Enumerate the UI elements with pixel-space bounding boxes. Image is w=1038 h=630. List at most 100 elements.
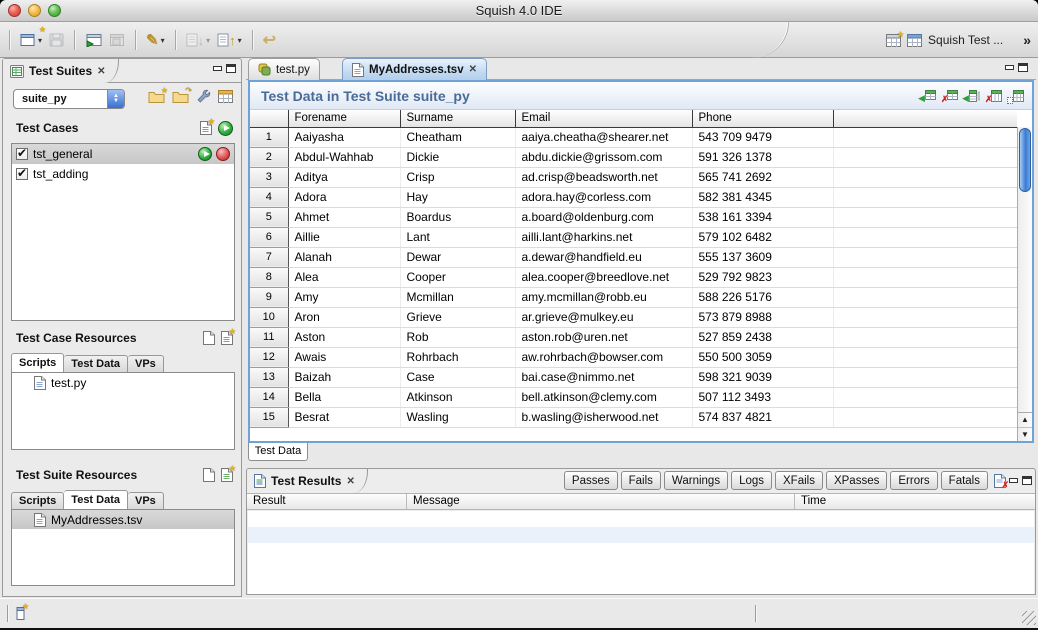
maximize-view-button[interactable] (226, 64, 236, 73)
new-script-button[interactable] (203, 331, 215, 345)
test-data-view-button[interactable] (218, 90, 233, 103)
tab-test-py[interactable]: test.py (248, 58, 320, 80)
table-row[interactable]: 14BellaAtkinsonbell.atkinson@clemy.com50… (250, 387, 1017, 407)
resource-tab-test-data[interactable]: Test Data (64, 355, 128, 373)
table-cell[interactable]: Atkinson (400, 387, 515, 407)
row-number[interactable]: 10 (250, 307, 288, 327)
table-cell[interactable]: Dewar (400, 247, 515, 267)
table-cell[interactable]: 507 112 3493 (692, 387, 833, 407)
table-cell-empty[interactable] (833, 167, 1017, 187)
tab-test-suites[interactable]: Test Suites ✕ (3, 59, 119, 83)
table-cell[interactable]: Awais (288, 347, 400, 367)
table-cell[interactable]: Cheatham (400, 127, 515, 147)
table-cell[interactable]: 550 500 3059 (692, 347, 833, 367)
column-header-email[interactable]: Email (515, 110, 692, 127)
launch-aut-button[interactable] (83, 28, 104, 52)
record-test-case-button[interactable] (216, 147, 230, 161)
table-cell[interactable]: Ahmet (288, 207, 400, 227)
test-suite-settings-button[interactable] (196, 89, 211, 104)
table-row[interactable]: 2Abdul-WahhabDickieabdu.dickie@grissom.c… (250, 147, 1017, 167)
resource-tab-test-data[interactable]: Test Data (64, 490, 128, 510)
table-cell-empty[interactable] (833, 127, 1017, 147)
table-cell[interactable]: 579 102 6482 (692, 227, 833, 247)
minimize-editor-button[interactable] (1005, 65, 1014, 70)
checkbox-checked[interactable] (16, 168, 28, 180)
filter-button-warnings[interactable]: Warnings (664, 471, 728, 490)
row-number[interactable]: 3 (250, 167, 288, 187)
vertical-scrollbar[interactable]: ▲ ▼ (1017, 127, 1032, 441)
table-cell[interactable]: 598 321 9039 (692, 367, 833, 387)
resource-tab-vps[interactable]: VPs (128, 355, 164, 373)
table-row[interactable]: 4AdoraHayadora.hay@corless.com582 381 43… (250, 187, 1017, 207)
filter-button-errors[interactable]: Errors (890, 471, 937, 490)
table-cell[interactable]: Aaiyasha (288, 127, 400, 147)
row-number[interactable]: 9 (250, 287, 288, 307)
table-row[interactable]: 15BesratWaslingb.wasling@isherwood.net57… (250, 407, 1017, 427)
table-cell[interactable]: abdu.dickie@grissom.com (515, 147, 692, 167)
table-row[interactable]: 3AdityaCrispad.crisp@beadsworth.net565 7… (250, 167, 1017, 187)
close-window-button[interactable] (8, 4, 21, 17)
test-case-item[interactable]: tst_general (12, 144, 234, 164)
row-number[interactable]: 8 (250, 267, 288, 287)
remove-column-button[interactable]: ✗ (988, 90, 1002, 102)
table-cell[interactable]: Amy (288, 287, 400, 307)
table-cell[interactable]: Baizah (288, 367, 400, 387)
new-wizard-button[interactable]: ★ ▾ (18, 28, 44, 52)
checkbox-checked[interactable] (16, 148, 28, 160)
squish-test-perspective-icon[interactable] (907, 34, 922, 47)
table-cell[interactable]: Case (400, 367, 515, 387)
table-cell[interactable]: Mcmillan (400, 287, 515, 307)
results-column-message[interactable]: Message (407, 494, 795, 509)
resource-tab-scripts[interactable]: Scripts (11, 353, 64, 373)
perspective-overflow-chevron[interactable]: » (1023, 32, 1030, 48)
table-cell[interactable]: Crisp (400, 167, 515, 187)
table-cell[interactable]: aw.rohrbach@bowser.com (515, 347, 692, 367)
table-cell[interactable]: bai.case@nimmo.net (515, 367, 692, 387)
table-cell-empty[interactable] (833, 227, 1017, 247)
file-item[interactable]: MyAddresses.tsv (12, 510, 234, 529)
table-cell[interactable]: Aston (288, 327, 400, 347)
row-number[interactable]: 6 (250, 227, 288, 247)
back-button[interactable]: ↩ (261, 28, 278, 52)
perspective-label[interactable]: Squish Test ... (928, 33, 1003, 47)
table-cell[interactable]: 527 859 2438 (692, 327, 833, 347)
row-number[interactable]: 14 (250, 387, 288, 407)
table-row[interactable]: 1AaiyashaCheathamaaiya.cheatha@shearer.n… (250, 127, 1017, 147)
table-cell[interactable]: 565 741 2692 (692, 167, 833, 187)
table-cell[interactable]: 573 879 8988 (692, 307, 833, 327)
run-test-suite-button[interactable] (218, 121, 233, 136)
table-cell-empty[interactable] (833, 367, 1017, 387)
table-cell[interactable]: Dickie (400, 147, 515, 167)
column-header-surname[interactable]: Surname (400, 110, 515, 127)
table-cell[interactable]: ad.crisp@beadsworth.net (515, 167, 692, 187)
row-number[interactable]: 11 (250, 327, 288, 347)
step-into-button[interactable]: ↓ ▾ (184, 28, 213, 52)
table-cell-empty[interactable] (833, 207, 1017, 227)
test-case-item[interactable]: tst_adding (12, 164, 234, 184)
table-cell[interactable]: ailli.lant@harkins.net (515, 227, 692, 247)
table-cell[interactable]: Cooper (400, 267, 515, 287)
table-row[interactable]: 6AillieLantailli.lant@harkins.net579 102… (250, 227, 1017, 247)
edit-cell-button[interactable] (1010, 90, 1024, 102)
table-cell[interactable]: Boardus (400, 207, 515, 227)
table-cell[interactable]: Besrat (288, 407, 400, 427)
table-cell[interactable]: Alanah (288, 247, 400, 267)
table-cell-empty[interactable] (833, 327, 1017, 347)
close-icon[interactable]: ✕ (469, 64, 477, 75)
table-cell-empty[interactable] (833, 247, 1017, 267)
table-cell[interactable]: Aillie (288, 227, 400, 247)
file-item[interactable]: test.py (12, 373, 234, 392)
table-cell[interactable]: b.wasling@isherwood.net (515, 407, 692, 427)
row-number[interactable]: 12 (250, 347, 288, 367)
table-row[interactable]: 5AhmetBoardusa.board@oldenburg.com538 16… (250, 207, 1017, 227)
clear-results-button[interactable]: ✗ (994, 474, 1006, 488)
table-cell[interactable]: Aron (288, 307, 400, 327)
table-cell[interactable]: Rob (400, 327, 515, 347)
add-row-button[interactable]: ◀ (922, 90, 936, 102)
table-row[interactable]: 9AmyMcmillanamy.mcmillan@robb.eu588 226 … (250, 287, 1017, 307)
minimize-view-button[interactable] (213, 66, 222, 71)
filter-button-logs[interactable]: Logs (731, 471, 772, 490)
filter-button-xfails[interactable]: XFails (775, 471, 823, 490)
table-cell[interactable]: aston.rob@uren.net (515, 327, 692, 347)
filter-button-fails[interactable]: Fails (621, 471, 661, 490)
